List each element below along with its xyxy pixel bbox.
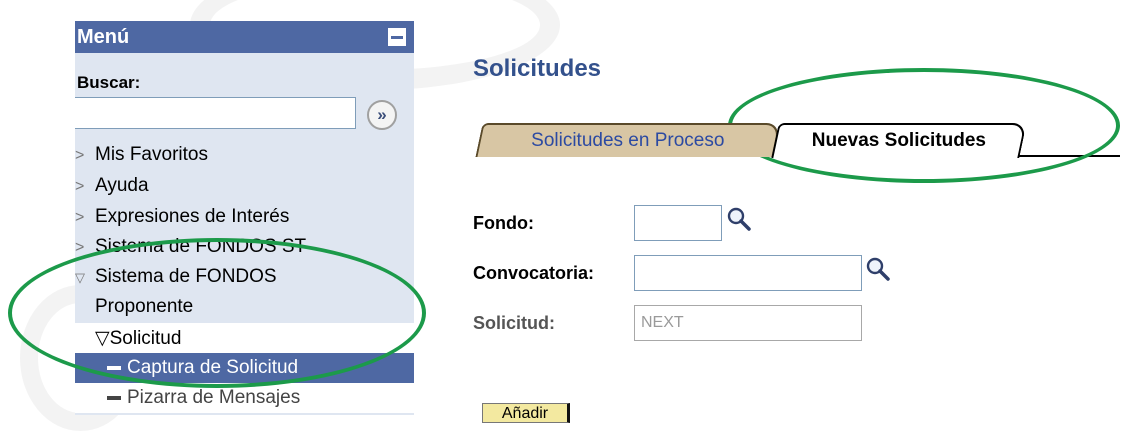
search-icon[interactable] bbox=[865, 256, 891, 282]
sidebar-item-pizarra-de-mensajes[interactable]: Pizarra de Mensajes bbox=[75, 383, 414, 413]
menu-header: Menú bbox=[75, 21, 414, 53]
collapse-icon[interactable] bbox=[388, 28, 406, 46]
search-go-button[interactable]: » bbox=[367, 100, 397, 130]
sidebar-item-fondos-st[interactable]: > Sistema de FONDOS ST bbox=[75, 236, 306, 258]
search-icon[interactable] bbox=[726, 206, 752, 232]
sidebar-item-captura-de-solicitud[interactable]: Captura de Solicitud bbox=[75, 353, 414, 383]
chevron-down-icon: ▽ bbox=[75, 270, 85, 285]
sidebar: Buscar: » > Mis Favoritos > Ayuda > Expresi… bbox=[75, 53, 414, 415]
fondo-field[interactable] bbox=[634, 205, 722, 241]
dash-icon bbox=[107, 365, 121, 370]
chevron-right-icon: > bbox=[75, 178, 85, 195]
sidebar-item-fondos[interactable]: ▽ Sistema de FONDOS bbox=[75, 266, 277, 288]
search-label: Buscar: bbox=[77, 73, 141, 92]
sidebar-item-mis-favoritos[interactable]: > Mis Favoritos bbox=[75, 144, 208, 166]
fondo-label: Fondo: bbox=[473, 213, 534, 233]
solicitud-field bbox=[634, 305, 862, 341]
sidebar-item-expresiones[interactable]: > Expresiones de Interés bbox=[75, 206, 289, 228]
convocatoria-label: Convocatoria: bbox=[473, 263, 595, 283]
tab-nuevas-solicitudes[interactable]: Nuevas Solicitudes bbox=[771, 123, 1027, 158]
add-button[interactable]: Añadir bbox=[482, 403, 570, 423]
tab-solicitudes-en-proceso[interactable]: Solicitudes en Proceso bbox=[475, 123, 781, 157]
page-title: Solicitudes bbox=[473, 55, 602, 82]
sidebar-item-ayuda[interactable]: > Ayuda bbox=[75, 175, 149, 197]
chevron-right-icon: > bbox=[75, 147, 85, 164]
chevron-down-icon: ▽ bbox=[95, 328, 110, 349]
menu-title: Menú bbox=[77, 26, 130, 48]
solicitud-label: Solicitud: bbox=[473, 313, 555, 333]
sidebar-item-proponente[interactable]: Proponente bbox=[95, 296, 193, 318]
convocatoria-field[interactable] bbox=[634, 255, 862, 291]
sidebar-item-solicitud[interactable]: ▽Solicitud bbox=[75, 323, 414, 353]
chevron-right-icon: > bbox=[75, 209, 85, 226]
chevron-right-icon: > bbox=[75, 239, 85, 256]
dash-icon bbox=[107, 395, 121, 400]
search-input[interactable] bbox=[75, 97, 356, 129]
